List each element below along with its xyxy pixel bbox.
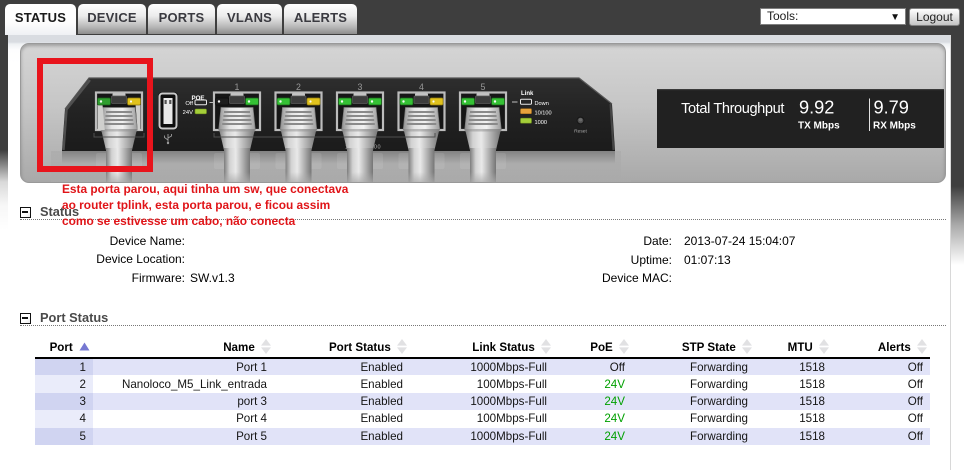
svg-text:Down: Down [535,101,549,107]
svg-text:3: 3 [358,82,363,92]
svg-text:POE: POE [191,95,204,102]
svg-text:Off: Off [185,101,193,107]
svg-text:RX Mbps: RX Mbps [873,121,916,132]
svg-text:9.79: 9.79 [874,97,909,117]
svg-text:2: 2 [296,82,301,92]
svg-text:TX Mbps: TX Mbps [798,121,840,132]
svg-text:Link: Link [521,91,534,97]
svg-text:1: 1 [235,82,240,92]
svg-text:4: 4 [419,82,424,92]
svg-text:Reset: Reset [574,129,587,135]
svg-text:Total Throughput: Total Throughput [681,101,784,117]
svg-text:10/100: 10/100 [535,110,552,116]
svg-text:1000: 1000 [535,120,547,126]
svg-text:24V: 24V [183,110,193,116]
svg-text:9.92: 9.92 [799,97,834,117]
svg-text:5: 5 [481,82,486,92]
